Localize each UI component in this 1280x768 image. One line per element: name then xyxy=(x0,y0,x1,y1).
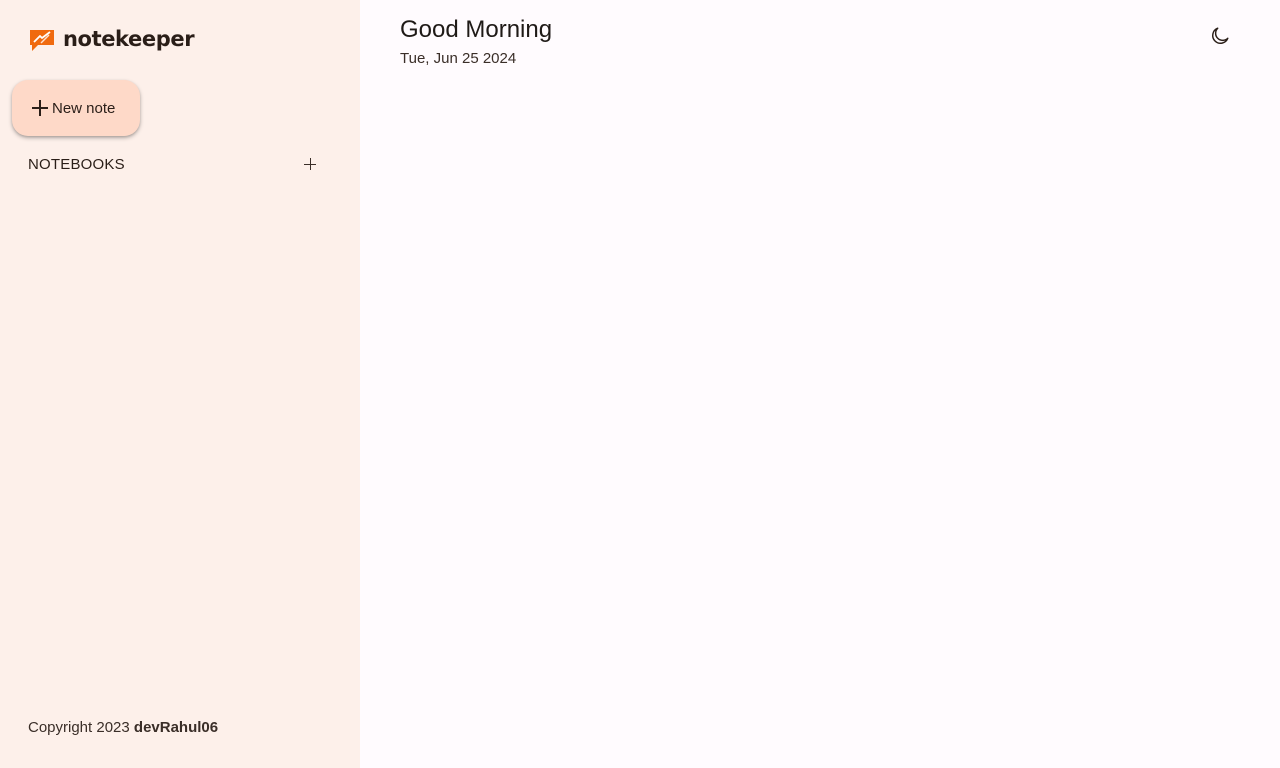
moon-icon xyxy=(1212,27,1229,44)
author-link[interactable]: devRahul06 xyxy=(134,719,218,736)
greeting-heading: Good Morning xyxy=(400,16,553,43)
logo[interactable]: notekeeper xyxy=(28,26,195,52)
new-note-button[interactable]: New note xyxy=(12,80,140,136)
notekeeper-logo-icon xyxy=(30,30,54,51)
footer: Copyright 2023 devRahul06 xyxy=(28,719,218,736)
logo-text: notekeeper xyxy=(63,27,195,51)
plus-icon xyxy=(304,158,316,170)
sidebar: notekeeper New note NOTEBOOKS Copyright … xyxy=(0,0,360,768)
plus-icon xyxy=(32,100,48,116)
current-date: Tue, Jun 25 2024 xyxy=(400,50,517,67)
notebooks-header: NOTEBOOKS xyxy=(28,154,328,174)
add-notebook-button[interactable] xyxy=(298,152,322,176)
notebooks-label: NOTEBOOKS xyxy=(28,155,125,173)
copyright-text: Copyright 2023 xyxy=(28,719,130,736)
main-content: Good Morning Tue, Jun 25 2024 xyxy=(360,0,1280,768)
new-note-label: New note xyxy=(52,99,116,117)
app-root: notekeeper New note NOTEBOOKS Copyright … xyxy=(0,0,1280,768)
theme-toggle-button[interactable] xyxy=(1200,20,1240,52)
